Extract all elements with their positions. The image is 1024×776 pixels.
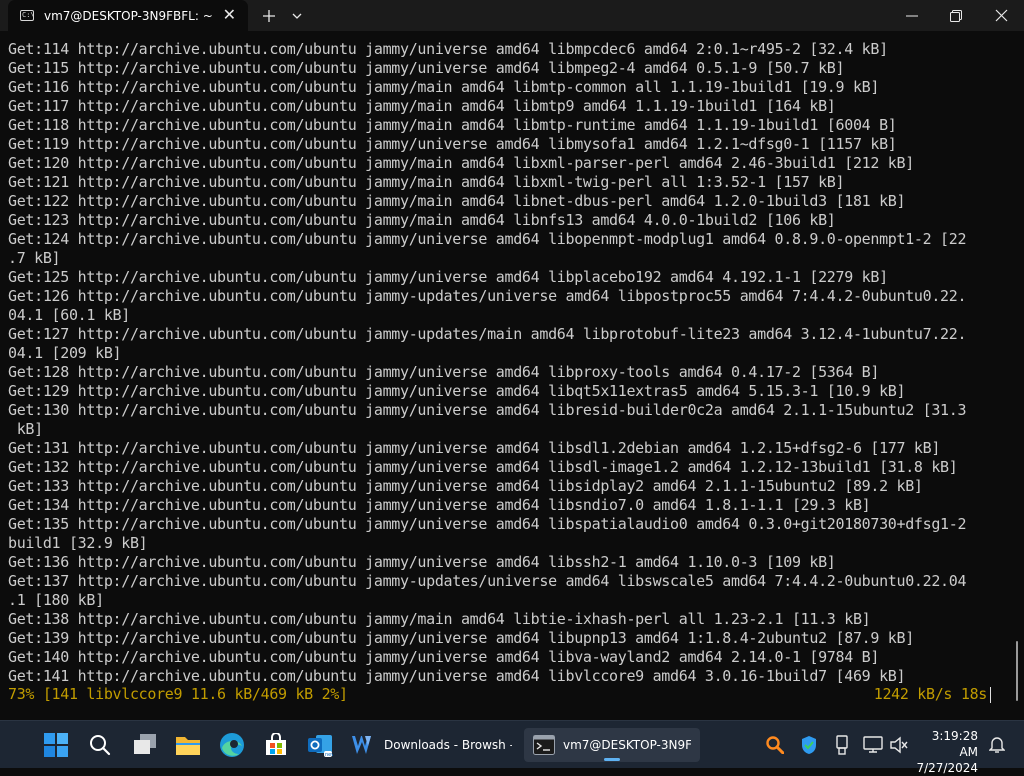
- search-button[interactable]: [86, 728, 114, 762]
- terminal-line: build1 [32.9 kB]: [8, 534, 148, 552]
- restore-icon: [950, 9, 962, 22]
- maximize-button[interactable]: [934, 0, 978, 31]
- text-cursor: [990, 687, 991, 703]
- terminal-line: Get:139 http://archive.ubuntu.com/ubuntu…: [8, 629, 914, 647]
- terminal-line: kB]: [8, 420, 43, 438]
- terminal-line: Get:116 http://archive.ubuntu.com/ubuntu…: [8, 78, 880, 96]
- notification-bell-icon: [989, 737, 1005, 753]
- title-bar: C:\ vm7@DESKTOP-3N9FBFL: ~ ✕: [0, 0, 1024, 31]
- close-button[interactable]: [978, 0, 1024, 31]
- terminal-line: Get:138 http://archive.ubuntu.com/ubuntu…: [8, 610, 871, 628]
- outlook-button[interactable]: new: [304, 728, 336, 762]
- edge-icon: [220, 733, 244, 757]
- taskbar-item-terminal-label: vm7@DESKTOP-3N9FBFL: ~: [563, 738, 691, 752]
- terminal-line: 04.1 [209 kB]: [8, 344, 122, 362]
- volume-muted-icon: [890, 736, 908, 754]
- taskbar-item-browsh[interactable]: Downloads - Browsh —: [346, 728, 518, 762]
- taskbar: new Downloads - Browsh — vm7@DESKTOP-3N9…: [0, 720, 1024, 775]
- terminal-line: Get:134 http://archive.ubuntu.com/ubuntu…: [8, 496, 871, 514]
- store-icon: [266, 733, 286, 755]
- terminal-line: Get:117 http://archive.ubuntu.com/ubuntu…: [8, 97, 836, 115]
- terminal-line: Get:136 http://archive.ubuntu.com/ubuntu…: [8, 553, 836, 571]
- file-explorer-icon: [176, 737, 200, 755]
- defender-icon: [802, 736, 816, 754]
- browsh-tray-icon: [766, 736, 784, 754]
- taskbar-item-browsh-label: Downloads - Browsh —: [384, 738, 512, 752]
- usb-icon: [836, 735, 848, 755]
- terminal-pane[interactable]: Get:114 http://archive.ubuntu.com/ubuntu…: [0, 31, 1024, 720]
- terminal-line: .1 [180 kB]: [8, 591, 104, 609]
- terminal-line: Get:115 http://archive.ubuntu.com/ubuntu…: [8, 59, 845, 77]
- notification-button[interactable]: [986, 733, 1008, 757]
- terminal-line: Get:130 http://archive.ubuntu.com/ubuntu…: [8, 401, 967, 419]
- tray-defender[interactable]: [798, 733, 820, 757]
- terminal-line: .7 kB]: [8, 249, 61, 267]
- plus-icon: [263, 9, 275, 22]
- system-clock[interactable]: 3:19:28 AM 7/27/2024: [916, 728, 978, 776]
- terminal-line: 04.1 [60.1 kB]: [8, 306, 130, 324]
- edge-button[interactable]: [216, 728, 248, 762]
- search-icon: [90, 735, 111, 756]
- clock-time: 3:19:28 AM: [931, 729, 978, 759]
- terminal-line: Get:123 http://archive.ubuntu.com/ubuntu…: [8, 211, 836, 229]
- terminal-line: Get:127 http://archive.ubuntu.com/ubuntu…: [8, 325, 967, 343]
- tray-volume[interactable]: [888, 733, 910, 757]
- tray-browsh[interactable]: [764, 733, 786, 757]
- progress-status-text: 73% [141 libvlccore9 11.6 kB/469 kB 2%]: [8, 685, 348, 703]
- task-view-button[interactable]: [130, 728, 160, 762]
- terminal-line: Get:124 http://archive.ubuntu.com/ubuntu…: [8, 230, 967, 248]
- chevron-down-icon: [292, 13, 302, 19]
- terminal-line: Get:141 http://archive.ubuntu.com/ubuntu…: [8, 667, 906, 685]
- active-indicator: [604, 758, 620, 761]
- terminal-line: Get:119 http://archive.ubuntu.com/ubuntu…: [8, 135, 897, 153]
- minimize-button[interactable]: [890, 0, 934, 31]
- terminal-line: Get:118 http://archive.ubuntu.com/ubuntu…: [8, 116, 897, 134]
- terminal-line: Get:140 http://archive.ubuntu.com/ubuntu…: [8, 648, 880, 666]
- terminal-line: Get:126 http://archive.ubuntu.com/ubuntu…: [8, 287, 967, 305]
- terminal-line: Get:133 http://archive.ubuntu.com/ubuntu…: [8, 477, 923, 495]
- download-speed-eta: 1242 kB/s 18s: [873, 685, 988, 703]
- progress-status-row: 73% [141 libvlccore9 11.6 kB/469 kB 2%] …: [8, 685, 993, 704]
- terminal-line: Get:120 http://archive.ubuntu.com/ubuntu…: [8, 154, 914, 172]
- store-button[interactable]: [260, 728, 292, 762]
- clock-date: 7/27/2024: [916, 761, 978, 775]
- tray-usb[interactable]: [832, 733, 852, 757]
- network-icon: [863, 736, 883, 753]
- terminal-line: Get:131 http://archive.ubuntu.com/ubuntu…: [8, 439, 941, 457]
- outlook-icon: new: [308, 735, 333, 757]
- terminal-icon: [533, 735, 555, 755]
- terminal-line: Get:122 http://archive.ubuntu.com/ubuntu…: [8, 192, 906, 210]
- terminal-line: Get:125 http://archive.ubuntu.com/ubuntu…: [8, 268, 888, 286]
- task-view-icon: [134, 734, 156, 754]
- terminal-line: Get:121 http://archive.ubuntu.com/ubuntu…: [8, 173, 845, 191]
- tab-title: vm7@DESKTOP-3N9FBFL: ~: [44, 8, 213, 23]
- svg-text:new: new: [325, 752, 333, 757]
- terminal-line: Get:114 http://archive.ubuntu.com/ubuntu…: [8, 40, 888, 58]
- terminal-line: Get:128 http://archive.ubuntu.com/ubuntu…: [8, 363, 880, 381]
- terminal-output: Get:114 http://archive.ubuntu.com/ubuntu…: [8, 40, 967, 686]
- scrollbar-thumb[interactable]: [1016, 641, 1018, 701]
- terminal-line: Get:137 http://archive.ubuntu.com/ubuntu…: [8, 572, 967, 590]
- terminal-icon: C:\: [20, 10, 35, 21]
- terminal-line: Get:132 http://archive.ubuntu.com/ubuntu…: [8, 458, 958, 476]
- tab-dropdown-button[interactable]: [286, 0, 308, 31]
- start-button[interactable]: [40, 728, 72, 762]
- minimize-icon: [906, 15, 918, 16]
- terminal-line: Get:135 http://archive.ubuntu.com/ubuntu…: [8, 515, 967, 533]
- windows-start-icon: [44, 733, 68, 757]
- close-icon: [995, 9, 1007, 22]
- terminal-line: Get:129 http://archive.ubuntu.com/ubuntu…: [8, 382, 906, 400]
- tray-network[interactable]: [862, 733, 884, 757]
- taskbar-item-terminal[interactable]: vm7@DESKTOP-3N9FBFL: ~: [524, 728, 700, 762]
- tab-terminal[interactable]: C:\ vm7@DESKTOP-3N9FBFL: ~ ✕: [8, 0, 248, 31]
- browsh-icon: [352, 736, 371, 754]
- file-explorer-button[interactable]: [172, 728, 204, 762]
- new-tab-button[interactable]: [258, 0, 280, 31]
- tab-close-icon[interactable]: ✕: [223, 5, 236, 25]
